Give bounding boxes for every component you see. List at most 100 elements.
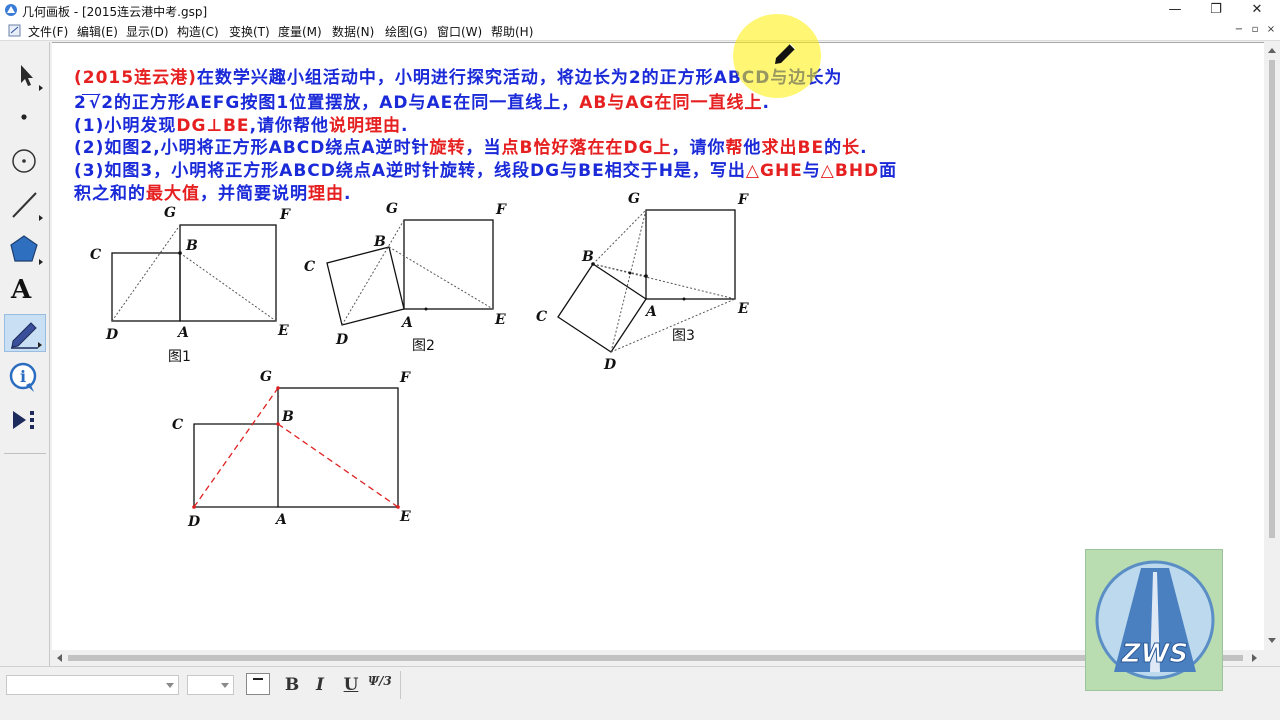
label-f: F: [279, 207, 291, 223]
pen-cursor-icon: [775, 43, 796, 64]
square-abcd[interactable]: [193, 423, 278, 508]
menu-file[interactable]: 文件(F): [28, 23, 68, 40]
arrow-select-tool[interactable]: [4, 56, 46, 94]
label-d: D: [603, 357, 617, 373]
label-e: E: [494, 312, 506, 328]
menu-construct[interactable]: 构造(C): [177, 23, 219, 40]
point-b[interactable]: [276, 422, 280, 426]
horizontal-scrollbar[interactable]: [52, 650, 1264, 666]
segment-be[interactable]: [277, 423, 399, 508]
window-title: 几何画板 - [2015连云港中考.gsp]: [22, 5, 208, 19]
compass-circle-icon: [12, 149, 36, 173]
document-icon[interactable]: [8, 24, 21, 37]
menu-edit[interactable]: 编辑(E): [77, 23, 118, 40]
square-aefg[interactable]: [645, 209, 736, 300]
horizontal-scroll-thumb[interactable]: [68, 655, 1243, 661]
menu-bar: 文件(F) 编辑(E) 显示(D) 构造(C) 变换(T) 度量(M) 数据(N…: [0, 20, 1280, 41]
menu-graph[interactable]: 绘图(G): [385, 23, 428, 40]
compass-tool[interactable]: [4, 142, 46, 180]
custom-tool[interactable]: [4, 401, 46, 439]
italic-button[interactable]: I: [309, 674, 331, 696]
label-a: A: [274, 512, 287, 528]
text-a-icon: A: [11, 275, 32, 305]
point-b[interactable]: [178, 251, 182, 255]
text-color-button[interactable]: [246, 673, 270, 695]
figure-3-caption: 图3: [672, 328, 695, 344]
vertical-scroll-thumb[interactable]: [1269, 60, 1275, 538]
font-size-select[interactable]: [187, 675, 234, 695]
point-d[interactable]: [192, 505, 196, 509]
point-marker[interactable]: [424, 307, 428, 311]
label-c: C: [304, 259, 315, 275]
square-abcd[interactable]: [557, 263, 647, 353]
scroll-up-icon[interactable]: [1268, 48, 1276, 53]
label-g: G: [386, 201, 398, 217]
point-h[interactable]: [644, 274, 648, 278]
minimize-button[interactable]: —: [1152, 0, 1198, 20]
label-d: D: [335, 332, 349, 348]
marker-tool[interactable]: [4, 314, 46, 352]
label-c: C: [172, 417, 183, 433]
scroll-down-icon[interactable]: [1268, 638, 1276, 643]
square-aefg[interactable]: [403, 219, 494, 310]
vertical-scrollbar[interactable]: [1264, 42, 1280, 650]
scroll-right-icon[interactable]: [1252, 654, 1257, 662]
document-minimize-button[interactable]: −: [1232, 23, 1246, 37]
label-f: F: [399, 370, 411, 386]
geometers-sketchpad-window: 几何画板 - [2015连云港中考.gsp] — ❐ ✕ 文件(F) 编辑(E)…: [0, 0, 1280, 720]
toolbox: A i: [0, 42, 50, 666]
label-g: G: [260, 369, 272, 385]
label-d: D: [187, 514, 201, 530]
square-aefg[interactable]: [277, 387, 399, 508]
information-icon: i: [9, 362, 37, 392]
label-a: A: [176, 325, 189, 341]
tool-expand-icon: [39, 85, 43, 91]
menu-measure[interactable]: 度量(M): [278, 23, 322, 40]
menu-help[interactable]: 帮助(H): [491, 23, 533, 40]
menu-transform[interactable]: 变换(T): [229, 23, 270, 40]
polygon-tool[interactable]: [4, 230, 46, 268]
point-g[interactable]: [276, 386, 280, 390]
tool-expand-icon: [39, 259, 43, 265]
sketch-canvas[interactable]: (2015连云港)在数学兴趣小组活动中，小明进行探究活动，将边长为2的正方形AB…: [52, 42, 1264, 650]
road-logo-icon: ZWS: [1095, 560, 1215, 680]
label-b: B: [185, 238, 198, 254]
underline-button[interactable]: U: [340, 674, 362, 696]
zws-watermark-logo: ZWS: [1085, 549, 1223, 691]
segment-dg[interactable]: [610, 209, 647, 353]
bold-button[interactable]: B: [281, 674, 303, 696]
menu-data[interactable]: 数据(N): [332, 23, 374, 40]
menu-display[interactable]: 显示(D): [126, 23, 169, 40]
document-restore-button[interactable]: ▫: [1248, 23, 1262, 37]
figure-2: G F B C A D E 图2: [304, 201, 507, 354]
label-a: A: [644, 304, 657, 320]
square-abcd[interactable]: [111, 252, 181, 322]
math-format-button[interactable]: Ψ/3: [368, 674, 392, 696]
label-g: G: [164, 205, 176, 221]
segment-dg[interactable]: [111, 224, 181, 322]
information-tool[interactable]: i: [4, 358, 46, 396]
chevron-down-icon: [166, 683, 174, 688]
segment-de[interactable]: [610, 298, 736, 353]
close-button[interactable]: ✕: [1234, 0, 1280, 20]
segment-be[interactable]: [179, 252, 277, 322]
menu-window[interactable]: 窗口(W): [437, 23, 482, 40]
label-e: E: [737, 301, 749, 317]
point-tool[interactable]: [4, 96, 46, 134]
figure-4: G F C B D A E: [172, 369, 411, 530]
figure-3: G F B C A E D 图3: [536, 191, 749, 373]
figure-2-caption: 图2: [412, 338, 435, 354]
point-marker[interactable]: [628, 271, 632, 275]
segment-bg[interactable]: [592, 209, 647, 265]
tool-expand-icon: [38, 342, 42, 348]
straightedge-tool[interactable]: [4, 186, 46, 224]
maximize-button[interactable]: ❐: [1193, 0, 1239, 20]
document-close-button[interactable]: ×: [1264, 23, 1278, 37]
point-marker[interactable]: [682, 297, 686, 301]
font-family-select[interactable]: [6, 675, 179, 695]
segment-dg[interactable]: [193, 387, 279, 508]
figure-1: G F C B D A E 图1: [90, 205, 291, 365]
title-bar: 几何画板 - [2015连云港中考.gsp] — ❐ ✕: [0, 0, 1280, 20]
text-tool[interactable]: A: [4, 273, 46, 311]
scroll-left-icon[interactable]: [57, 654, 62, 662]
